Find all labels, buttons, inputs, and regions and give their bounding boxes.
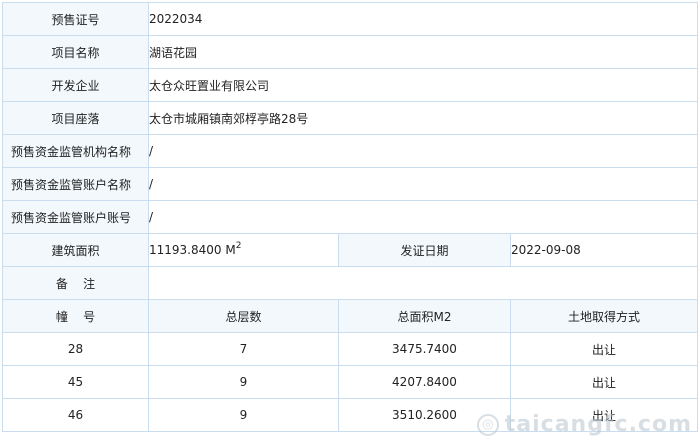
floors-cell: 7 — [148, 332, 339, 366]
project-name-value: 湖语花园 — [147, 35, 699, 69]
building-no-cell: 28 — [2, 332, 149, 366]
location-label: 项目座落 — [2, 101, 149, 135]
floors-cell: 9 — [148, 365, 339, 399]
row-project-name: 项目名称 湖语花园 — [2, 35, 699, 69]
building-area-number: 11193.8400 M — [149, 243, 236, 257]
remarks-value — [147, 266, 699, 300]
presale-info-table: 预售证号 2022034 项目名称 湖语花园 开发企业 太仓众旺置业有限公司 项… — [2, 2, 699, 432]
building-area-value: 11193.8400 M2 — [148, 233, 339, 267]
supervision-account-name-value: / — [147, 167, 699, 201]
col-header-building-no: 幢 号 — [2, 299, 149, 333]
developer-label: 开发企业 — [2, 68, 149, 102]
supervision-org-label: 预售资金监管机构名称 — [2, 134, 149, 168]
building-area-unit-sup: 2 — [235, 241, 242, 251]
floors-cell: 9 — [148, 398, 339, 432]
row-supervision-org: 预售资金监管机构名称 / — [2, 134, 699, 168]
supervision-account-no-label: 预售资金监管账户账号 — [2, 200, 149, 234]
location-value: 太仓市城厢镇南郊桴亭路28号 — [147, 101, 699, 135]
issue-date-label: 发证日期 — [338, 233, 511, 267]
table-row: 28 7 3475.7400 出让 — [2, 332, 699, 366]
project-name-label: 项目名称 — [2, 35, 149, 69]
total-area-cell: 3510.2600 — [338, 398, 511, 432]
table-row: 46 9 3510.2600 出让 — [2, 398, 699, 432]
building-no-cell: 46 — [2, 398, 149, 432]
supervision-account-no-value: / — [147, 200, 699, 234]
col-header-floors: 总层数 — [148, 299, 339, 333]
total-area-cell: 3475.7400 — [338, 332, 511, 366]
row-supervision-account-name: 预售资金监管账户名称 / — [2, 167, 699, 201]
col-header-land-acquisition: 土地取得方式 — [509, 299, 699, 333]
land-acquisition-cell: 出让 — [509, 332, 699, 366]
building-area-label: 建筑面积 — [2, 233, 149, 267]
supervision-account-name-label: 预售资金监管账户名称 — [2, 167, 149, 201]
row-remarks: 备 注 — [2, 266, 699, 300]
presale-cert-label: 预售证号 — [2, 2, 149, 36]
row-location: 项目座落 太仓市城厢镇南郊桴亭路28号 — [2, 101, 699, 135]
col-header-total-area: 总面积M2 — [338, 299, 511, 333]
buildings-header-row: 幢 号 总层数 总面积M2 土地取得方式 — [2, 299, 699, 333]
remarks-label: 备 注 — [2, 266, 149, 300]
building-no-cell: 45 — [2, 365, 149, 399]
row-supervision-account-no: 预售资金监管账户账号 / — [2, 200, 699, 234]
supervision-org-value: / — [147, 134, 699, 168]
table-row: 45 9 4207.8400 出让 — [2, 365, 699, 399]
issue-date-value: 2022-09-08 — [509, 233, 699, 267]
row-area-date: 建筑面积 11193.8400 M2 发证日期 2022-09-08 — [2, 233, 699, 267]
row-developer: 开发企业 太仓众旺置业有限公司 — [2, 68, 699, 102]
land-acquisition-cell: 出让 — [509, 365, 699, 399]
land-acquisition-cell: 出让 — [509, 398, 699, 432]
total-area-cell: 4207.8400 — [338, 365, 511, 399]
row-presale-cert: 预售证号 2022034 — [2, 2, 699, 36]
presale-cert-value: 2022034 — [147, 2, 699, 36]
developer-value: 太仓众旺置业有限公司 — [147, 68, 699, 102]
